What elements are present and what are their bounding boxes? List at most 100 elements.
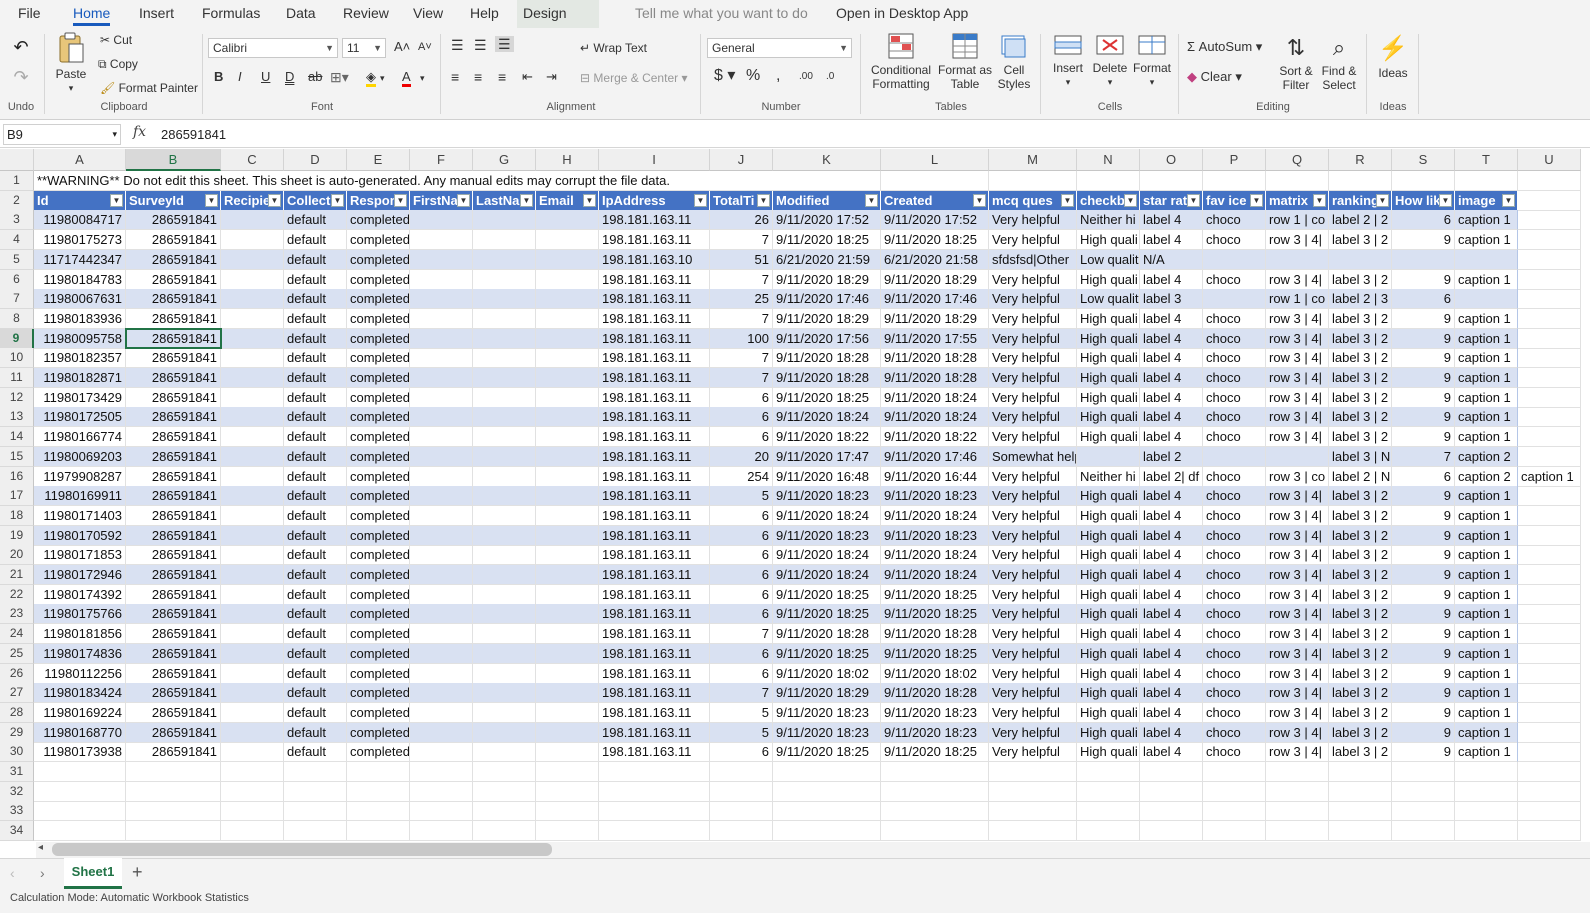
- table-cell[interactable]: [1203, 821, 1266, 842]
- row-header[interactable]: 15: [0, 446, 34, 467]
- table-cell[interactable]: [1266, 249, 1329, 270]
- table-cell[interactable]: 9: [1392, 624, 1455, 645]
- table-cell[interactable]: [221, 781, 284, 802]
- table-cell[interactable]: 11980173429: [34, 387, 126, 408]
- table-header[interactable]: TotalTi ▼: [710, 190, 773, 211]
- table-cell[interactable]: label 3 | 2: [1329, 525, 1392, 546]
- table-cell[interactable]: [473, 742, 536, 763]
- table-cell[interactable]: 9/11/2020 18:23: [881, 702, 989, 723]
- table-cell[interactable]: 11717442347: [34, 249, 126, 270]
- table-cell[interactable]: 9/11/2020 18:22: [773, 427, 881, 448]
- table-cell[interactable]: default: [284, 328, 347, 349]
- table-cell[interactable]: High quali: [1077, 624, 1140, 645]
- table-cell[interactable]: [1518, 722, 1581, 743]
- table-header[interactable]: LastNa ▼: [473, 190, 536, 211]
- table-cell[interactable]: label 3 | 2: [1329, 584, 1392, 605]
- table-cell[interactable]: label 3 | 2: [1329, 368, 1392, 388]
- table-cell[interactable]: [126, 821, 221, 842]
- table-cell[interactable]: [536, 210, 599, 231]
- table-cell[interactable]: 286591841: [126, 289, 221, 310]
- table-cell[interactable]: row 3 | 4|: [1266, 545, 1329, 566]
- filter-dropdown-icon[interactable]: ▼: [1376, 193, 1389, 207]
- table-cell[interactable]: [473, 505, 536, 526]
- table-cell[interactable]: 286591841: [126, 387, 221, 408]
- table-cell[interactable]: 286591841: [126, 368, 221, 388]
- table-cell[interactable]: 198.181.163.11: [599, 525, 710, 546]
- tab-prev-icon[interactable]: ‹: [10, 865, 15, 881]
- table-cell[interactable]: 286591841: [126, 446, 221, 467]
- column-header[interactable]: G: [473, 149, 536, 171]
- currency-icon[interactable]: $ ▾: [714, 68, 735, 84]
- table-cell[interactable]: completed: [347, 525, 410, 546]
- table-cell[interactable]: 286591841: [126, 683, 221, 704]
- table-cell[interactable]: [536, 328, 599, 349]
- table-cell[interactable]: [410, 683, 473, 704]
- table-cell[interactable]: row 3 | 4|: [1266, 486, 1329, 507]
- table-cell[interactable]: [34, 821, 126, 842]
- table-cell[interactable]: 9/11/2020 18:25: [773, 584, 881, 605]
- table-cell[interactable]: 6: [710, 604, 773, 625]
- table-cell[interactable]: 9/11/2020 18:24: [773, 565, 881, 585]
- table-cell[interactable]: 286591841: [126, 702, 221, 723]
- table-cell[interactable]: 198.181.163.11: [599, 584, 710, 605]
- table-cell[interactable]: 286591841: [126, 624, 221, 645]
- table-cell[interactable]: [599, 781, 710, 802]
- table-cell[interactable]: High quali: [1077, 722, 1140, 743]
- table-cell[interactable]: [221, 545, 284, 566]
- table-cell[interactable]: 11980169911: [34, 486, 126, 507]
- table-cell[interactable]: caption 1: [1455, 624, 1518, 645]
- table-cell[interactable]: [473, 643, 536, 664]
- table-cell[interactable]: label 3 | 2: [1329, 328, 1392, 349]
- table-cell[interactable]: 11980084717: [34, 210, 126, 231]
- table-cell[interactable]: label 4: [1140, 722, 1203, 743]
- table-cell[interactable]: caption 1: [1455, 565, 1518, 585]
- column-header[interactable]: E: [347, 149, 410, 171]
- table-cell[interactable]: High quali: [1077, 545, 1140, 566]
- column-header[interactable]: J: [710, 149, 773, 171]
- table-cell[interactable]: caption 1: [1455, 269, 1518, 290]
- table-cell[interactable]: [1329, 762, 1392, 782]
- table-cell[interactable]: High quali: [1077, 505, 1140, 526]
- chevron-down-icon[interactable]: ▾: [420, 71, 425, 85]
- column-header[interactable]: O: [1140, 149, 1203, 171]
- table-cell[interactable]: 198.181.163.11: [599, 683, 710, 704]
- table-cell[interactable]: 9: [1392, 328, 1455, 349]
- table-cell[interactable]: 286591841: [126, 584, 221, 605]
- table-cell[interactable]: [536, 348, 599, 369]
- scroll-left-icon[interactable]: ◂: [38, 842, 43, 853]
- table-cell[interactable]: [221, 663, 284, 684]
- table-cell[interactable]: row 1 | co: [1266, 210, 1329, 231]
- table-cell[interactable]: [989, 801, 1077, 822]
- table-cell[interactable]: 9/11/2020 18:25: [881, 742, 989, 763]
- column-header[interactable]: K: [773, 149, 881, 171]
- table-cell[interactable]: [1518, 171, 1581, 191]
- table-cell[interactable]: label 4: [1140, 624, 1203, 645]
- table-cell[interactable]: 286591841: [126, 545, 221, 566]
- table-cell[interactable]: 9: [1392, 604, 1455, 625]
- table-cell[interactable]: [410, 230, 473, 251]
- table-cell[interactable]: label 3 | 2: [1329, 643, 1392, 664]
- table-cell[interactable]: N/A: [1140, 249, 1203, 270]
- table-cell[interactable]: choco: [1203, 407, 1266, 428]
- table-cell[interactable]: [881, 762, 989, 782]
- sort-filter-button[interactable]: ⇅ Sort & Filter: [1273, 32, 1319, 92]
- row-header[interactable]: 33: [0, 801, 34, 822]
- table-cell[interactable]: label 3 | 2: [1329, 348, 1392, 369]
- cut-button[interactable]: ✂ Cut: [100, 33, 132, 47]
- table-cell[interactable]: [473, 427, 536, 448]
- table-cell[interactable]: [1518, 328, 1581, 349]
- table-cell[interactable]: [126, 762, 221, 782]
- table-cell[interactable]: High quali: [1077, 525, 1140, 546]
- table-cell[interactable]: 198.181.163.11: [599, 722, 710, 743]
- table-cell[interactable]: Very helpful: [989, 584, 1077, 605]
- table-cell[interactable]: label 4: [1140, 407, 1203, 428]
- table-cell[interactable]: [1518, 821, 1581, 842]
- table-cell[interactable]: 9/11/2020 18:24: [881, 545, 989, 566]
- row-header[interactable]: 5: [0, 249, 34, 270]
- table-cell[interactable]: [536, 249, 599, 270]
- find-select-button[interactable]: ⌕ Find & Select: [1318, 32, 1360, 92]
- table-cell[interactable]: High quali: [1077, 565, 1140, 585]
- table-cell[interactable]: [1077, 801, 1140, 822]
- table-cell[interactable]: caption 1: [1455, 505, 1518, 526]
- table-cell[interactable]: [473, 584, 536, 605]
